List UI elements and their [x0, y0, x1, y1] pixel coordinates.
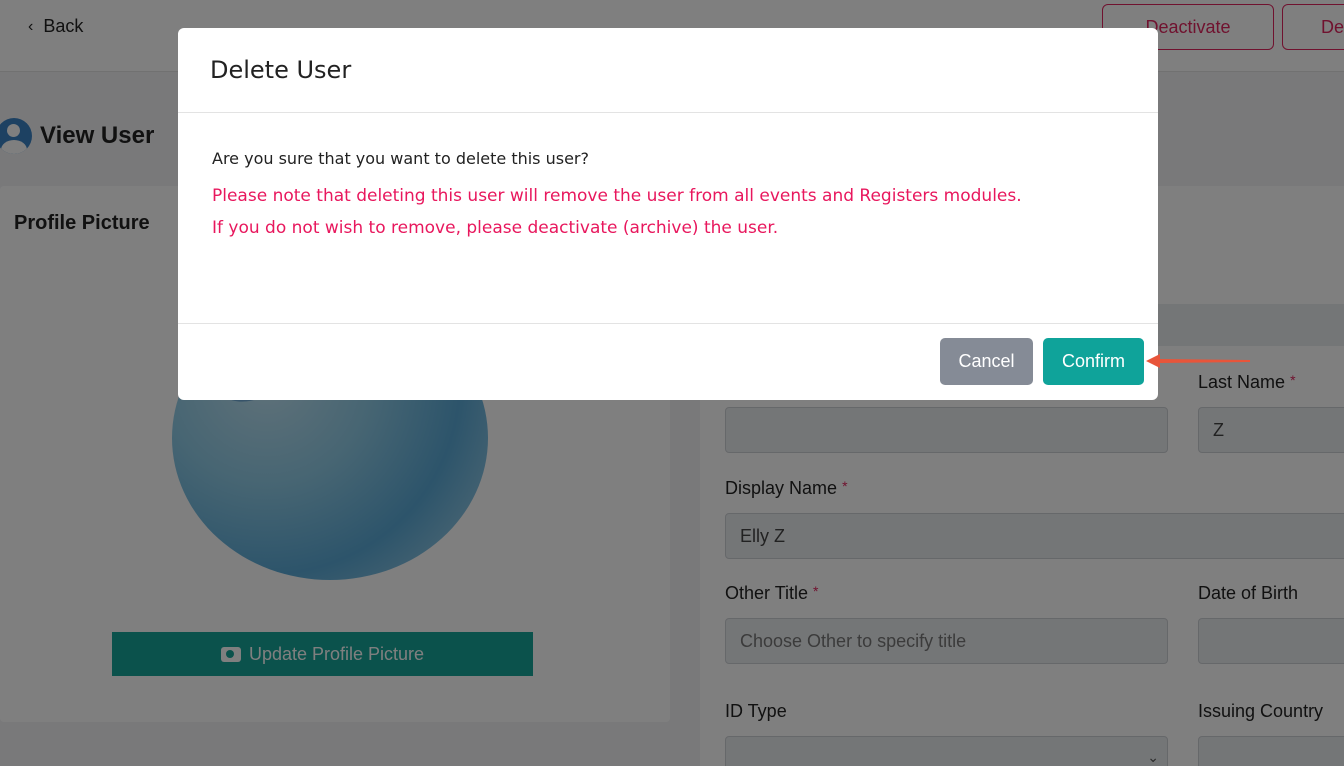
modal-title: Delete User [210, 56, 352, 84]
modal-footer: Cancel Confirm [178, 324, 1158, 400]
annotation-arrow-icon [1146, 354, 1250, 368]
modal-question: Are you sure that you want to delete thi… [212, 149, 589, 168]
modal-header: Delete User [178, 28, 1158, 113]
modal-warning-line-1: Please note that deleting this user will… [212, 186, 1022, 206]
confirm-button[interactable]: Confirm [1043, 338, 1144, 385]
modal-warning-line-2: If you do not wish to remove, please dea… [212, 218, 779, 238]
cancel-button[interactable]: Cancel [940, 338, 1033, 385]
modal-body: Are you sure that you want to delete thi… [178, 113, 1158, 324]
delete-user-modal: Delete User Are you sure that you want t… [178, 28, 1158, 400]
